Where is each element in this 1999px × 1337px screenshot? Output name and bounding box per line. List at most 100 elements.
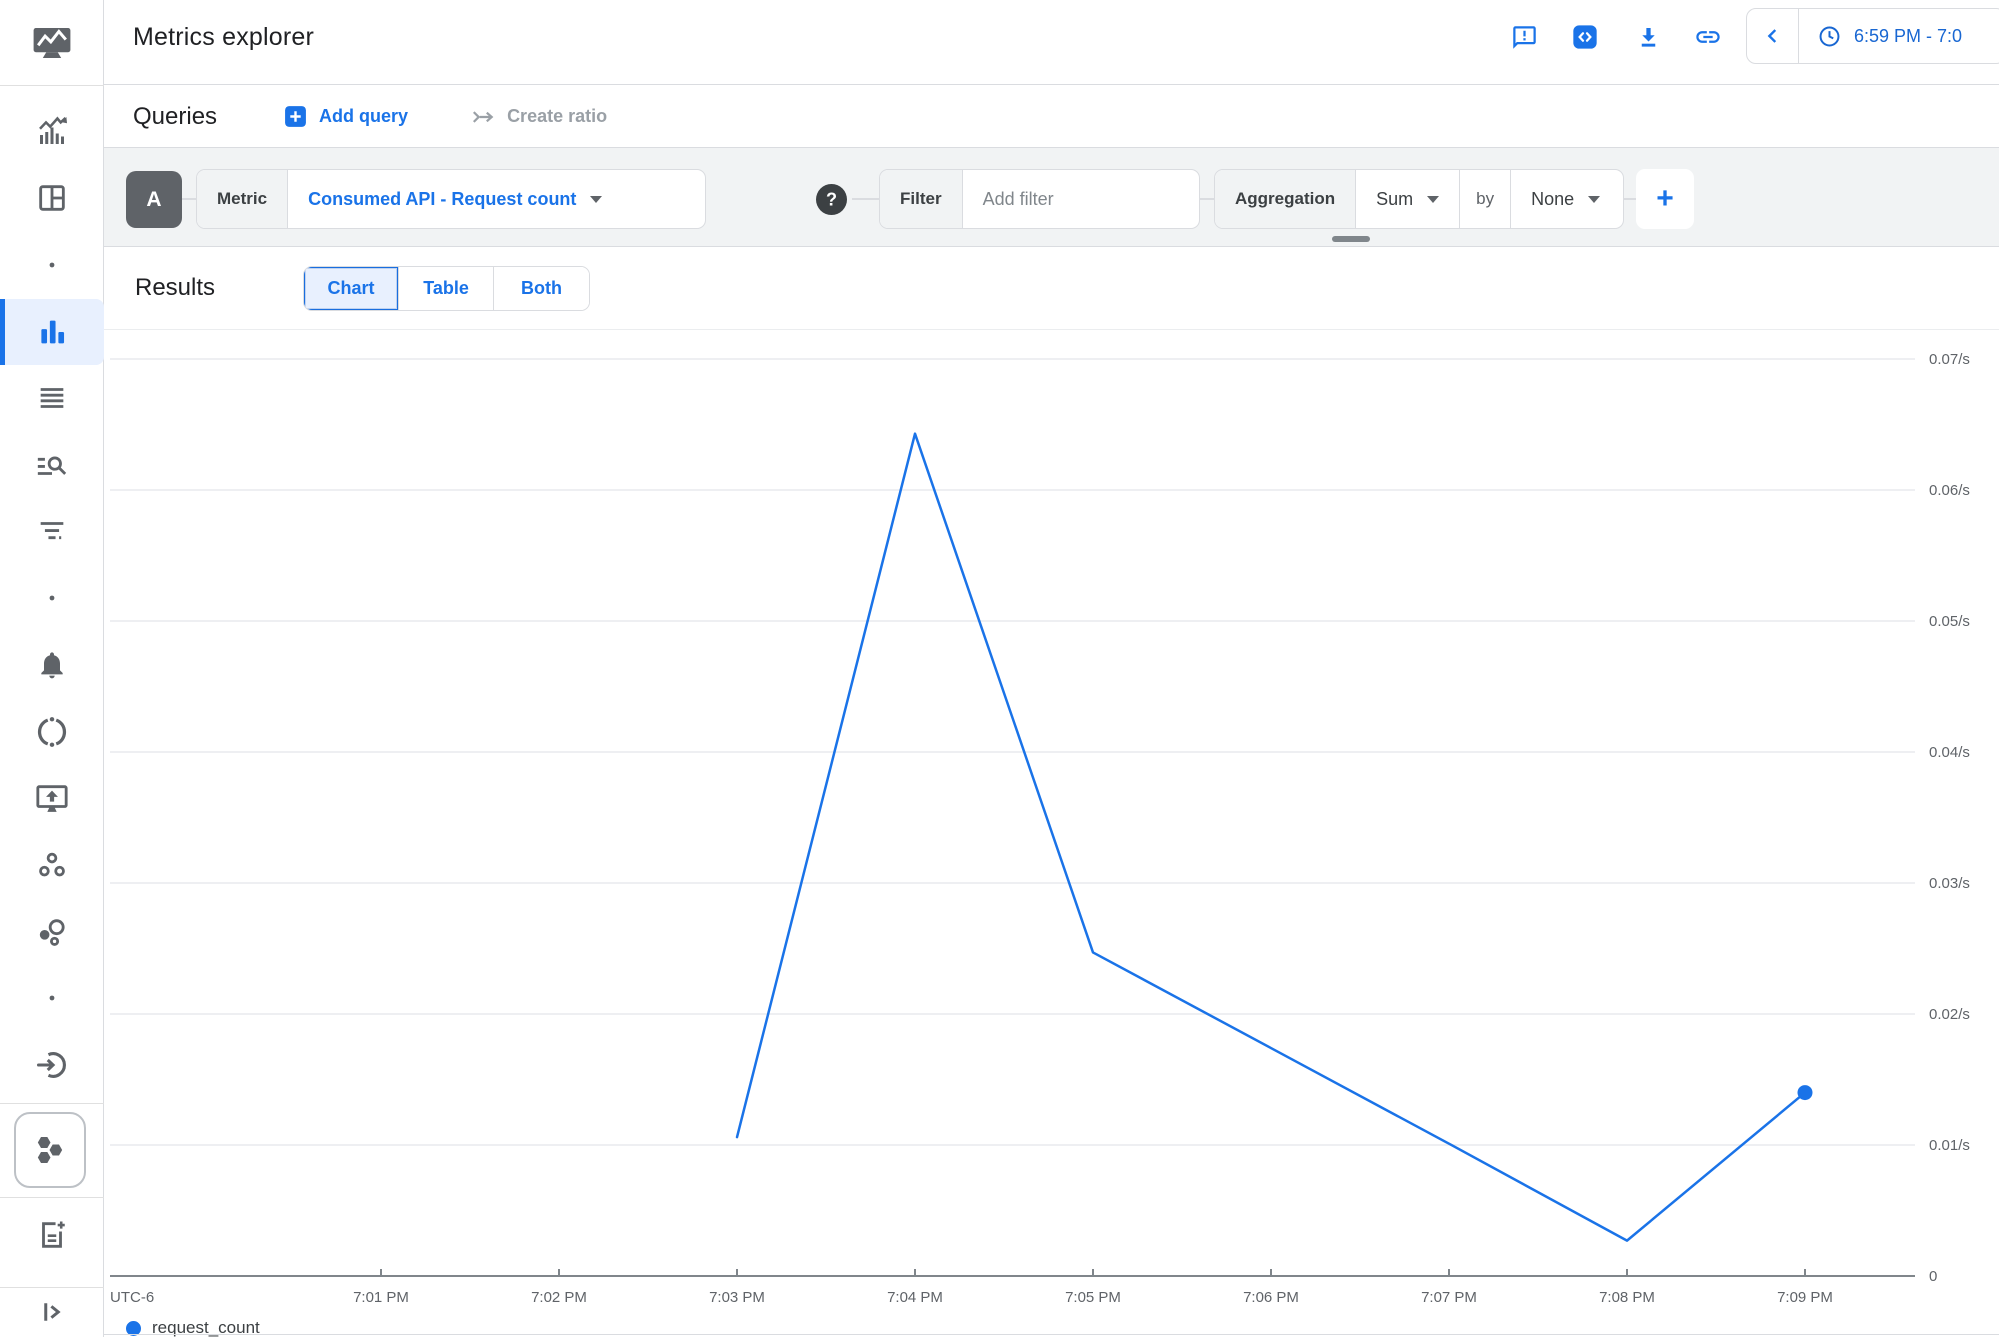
chevron-down-icon bbox=[590, 196, 602, 203]
sidebar-item-expand-panel[interactable] bbox=[0, 1284, 104, 1337]
metric-label: Metric bbox=[197, 170, 288, 228]
x-tick-label: 7:03 PM bbox=[709, 1289, 765, 1306]
time-range-button[interactable]: 6:59 PM - 7:0 bbox=[1799, 9, 1962, 63]
y-tick-label: 0.04/s bbox=[1929, 744, 1970, 761]
panel-resize-handle[interactable] bbox=[1332, 236, 1370, 242]
filter-label: Filter bbox=[880, 170, 963, 228]
series-line-request_count bbox=[737, 434, 1805, 1241]
sidebar-divider bbox=[0, 85, 104, 86]
x-tick-label: 7:02 PM bbox=[531, 1289, 587, 1306]
results-header-row: Results Chart Table Both bbox=[104, 247, 1999, 330]
x-tick-label: 7:08 PM bbox=[1599, 1289, 1655, 1306]
services-icon bbox=[35, 915, 69, 949]
sidebar-item-alerting[interactable] bbox=[0, 637, 104, 693]
sidebar-item-services[interactable] bbox=[0, 904, 104, 960]
alerting-icon bbox=[36, 649, 68, 681]
sidebar-item-more-dot-1 bbox=[0, 237, 104, 293]
chart-area: 0.07/s0.06/s0.05/s0.04/s0.03/s0.02/s0.01… bbox=[0, 330, 1999, 1337]
sidebar-item-error-reporting[interactable] bbox=[0, 704, 104, 760]
group-by-select[interactable]: None bbox=[1511, 170, 1620, 228]
queries-heading: Queries bbox=[133, 103, 217, 131]
add-square-icon bbox=[283, 104, 308, 129]
x-tick-label: 7:04 PM bbox=[887, 1289, 943, 1306]
trace-icon bbox=[35, 515, 69, 549]
timezone-label: UTC-6 bbox=[110, 1289, 154, 1306]
queries-header-row: Queries Add query Create ratio bbox=[104, 86, 1999, 148]
x-tick-label: 7:06 PM bbox=[1243, 1289, 1299, 1306]
app-header: Metrics explorer 6:59 bbox=[104, 0, 1999, 85]
cloud-monitoring-logo-icon[interactable] bbox=[0, 0, 104, 85]
y-tick-label: 0.01/s bbox=[1929, 1137, 1970, 1154]
x-tick-label: 7:05 PM bbox=[1065, 1289, 1121, 1306]
sidebar-divider bbox=[0, 1287, 104, 1288]
divider bbox=[104, 1334, 1999, 1335]
metric-select[interactable]: Consumed API - Request count bbox=[288, 170, 622, 228]
sidebar-item-more-dot-2 bbox=[0, 570, 104, 626]
sidebar-item-uptime-checks[interactable] bbox=[0, 770, 104, 826]
sidebar-item-release-notes[interactable] bbox=[0, 1207, 104, 1263]
sidebar-item-kubernetes-engine[interactable] bbox=[14, 1112, 86, 1188]
more-dot-2-icon bbox=[40, 586, 64, 610]
time-range-control: 6:59 PM - 7:0 bbox=[1746, 8, 1999, 64]
tab-both[interactable]: Both bbox=[494, 267, 589, 310]
results-view-toggle: Chart Table Both bbox=[303, 266, 590, 311]
create-ratio-button[interactable]: Create ratio bbox=[470, 104, 607, 130]
query-builder-panel: A Metric Consumed API - Request count ? … bbox=[104, 148, 1999, 247]
log-based-metrics-icon bbox=[35, 381, 69, 415]
connector-line bbox=[1200, 198, 1214, 200]
create-ratio-icon bbox=[470, 104, 496, 130]
uptime-checks-icon bbox=[35, 781, 69, 815]
back-chevron-icon bbox=[1762, 25, 1784, 47]
metric-chip: Metric Consumed API - Request count bbox=[196, 169, 706, 229]
integrations-icon bbox=[35, 1048, 69, 1082]
time-back-button[interactable] bbox=[1747, 9, 1799, 63]
feedback-icon bbox=[1511, 24, 1538, 51]
sidebar-item-trace[interactable] bbox=[0, 504, 104, 560]
more-dot-1-icon bbox=[40, 253, 64, 277]
connector-line bbox=[852, 198, 879, 200]
question-mark-icon: ? bbox=[816, 184, 847, 215]
x-tick-label: 7:01 PM bbox=[353, 1289, 409, 1306]
filter-chip: Filter Add filter bbox=[879, 169, 1200, 229]
code-icon bbox=[1571, 23, 1599, 51]
tab-chart[interactable]: Chart bbox=[304, 267, 399, 310]
time-range-text: 6:59 PM - 7:0 bbox=[1854, 26, 1962, 47]
add-aggregation-step-button[interactable]: + bbox=[1636, 169, 1694, 229]
logs-search-icon bbox=[35, 448, 69, 482]
sidebar-item-integrations[interactable] bbox=[0, 1037, 104, 1093]
y-tick-label: 0.06/s bbox=[1929, 482, 1970, 499]
x-tick-label: 7:07 PM bbox=[1421, 1289, 1477, 1306]
get-link-button[interactable] bbox=[1686, 15, 1730, 59]
query-letter-badge: A bbox=[126, 171, 182, 228]
sidebar-item-groups[interactable] bbox=[0, 837, 104, 893]
view-code-button[interactable] bbox=[1563, 15, 1607, 59]
sidebar-item-overview[interactable] bbox=[0, 104, 104, 160]
chevron-down-icon bbox=[1588, 196, 1600, 203]
aggregation-chip: Aggregation Sum by None bbox=[1214, 169, 1624, 229]
series-end-marker bbox=[1798, 1085, 1813, 1100]
more-dot-3-icon bbox=[40, 986, 64, 1010]
tab-table[interactable]: Table bbox=[399, 267, 494, 310]
chevron-down-icon bbox=[1427, 196, 1439, 203]
release-notes-icon bbox=[35, 1218, 69, 1252]
svg-text:?: ? bbox=[826, 189, 837, 209]
error-reporting-icon bbox=[35, 715, 69, 749]
page-title: Metrics explorer bbox=[133, 23, 314, 52]
link-icon bbox=[1694, 23, 1722, 51]
filter-input[interactable]: Add filter bbox=[963, 170, 1199, 228]
sidebar-item-dashboards[interactable] bbox=[0, 170, 104, 226]
help-button[interactable]: ? bbox=[816, 184, 847, 215]
add-query-button[interactable]: Add query bbox=[283, 104, 408, 129]
chart-canvas[interactable]: 0.07/s0.06/s0.05/s0.04/s0.03/s0.02/s0.01… bbox=[0, 330, 1999, 1337]
left-nav-sidebar bbox=[0, 0, 104, 1337]
sidebar-divider bbox=[0, 1103, 104, 1104]
aggregation-label: Aggregation bbox=[1215, 170, 1356, 228]
sidebar-item-log-based-metrics[interactable] bbox=[0, 370, 104, 426]
feedback-button[interactable] bbox=[1502, 15, 1546, 59]
groups-icon bbox=[36, 849, 68, 881]
sidebar-item-logs-search[interactable] bbox=[0, 437, 104, 493]
aggregation-select[interactable]: Sum bbox=[1356, 170, 1459, 228]
sidebar-item-metrics-explorer[interactable] bbox=[0, 299, 104, 365]
download-button[interactable] bbox=[1626, 15, 1670, 59]
download-icon bbox=[1635, 24, 1662, 51]
